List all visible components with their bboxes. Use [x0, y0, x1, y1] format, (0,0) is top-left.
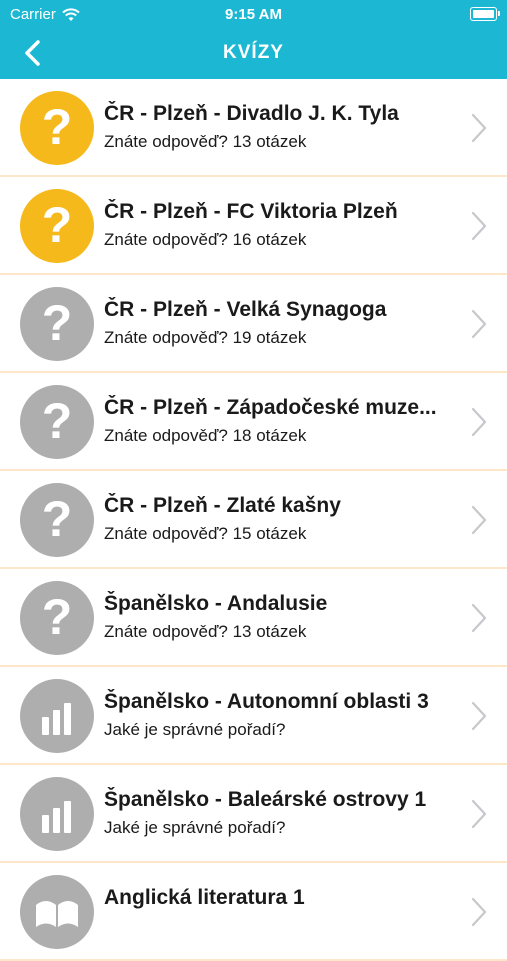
- chevron-right-icon: [471, 799, 487, 829]
- quiz-title: Španělsko - Baleárské ostrovy 1: [104, 788, 427, 811]
- chevron-right-icon: [471, 309, 487, 339]
- quiz-list-item[interactable]: ? ČR - Plzeň - Velká Synagoga Znáte odpově…: [0, 275, 507, 373]
- svg-text:?: ?: [42, 99, 73, 155]
- chevron-right-icon: [471, 897, 487, 927]
- question-icon: ?: [20, 581, 94, 655]
- quiz-list-item[interactable]: Španělsko - Baleárské ostrovy 1 Jaké je s…: [0, 765, 507, 863]
- quiz-title: Španělsko - Andalusie: [104, 592, 328, 615]
- quiz-text: ČR - Plzeň - Velká Synagoga Znáte odpověď…: [104, 297, 455, 348]
- svg-text:?: ?: [42, 589, 73, 645]
- chevron-right-icon: [471, 407, 487, 437]
- svg-text:?: ?: [42, 491, 73, 547]
- quiz-subtitle: Znáte odpověď? 19 otázek: [104, 328, 307, 347]
- status-bar: Carrier 9:15 AM: [0, 0, 507, 28]
- quiz-subtitle: Znáte odpověď? 16 otázek: [104, 230, 307, 249]
- question-icon: ?: [20, 189, 94, 263]
- quiz-text: Španělsko - Andalusie Znáte odpověď? 13 o…: [104, 591, 455, 642]
- quiz-subtitle: Znáte odpověď? 13 otázek: [104, 132, 307, 151]
- quiz-title: ČR - Plzeň - Zlaté kašny: [104, 494, 341, 517]
- quiz-text: Španělsko - Autonomní oblasti 3 Jaké je s…: [104, 689, 455, 740]
- book-icon: [20, 875, 94, 949]
- quiz-subtitle: Znáte odpověď? 15 otázek: [104, 524, 307, 543]
- quiz-list-item[interactable]: ? ČR - Plzeň - FC Viktoria Plzeň Znáte odp…: [0, 177, 507, 275]
- quiz-title: ČR - Plzeň - FC Viktoria Plzeň: [104, 200, 398, 223]
- header: Carrier 9:15 AM KVÍZY: [0, 0, 507, 79]
- question-icon: ?: [20, 385, 94, 459]
- question-icon: ?: [20, 287, 94, 361]
- chevron-right-icon: [471, 701, 487, 731]
- quiz-list-item[interactable]: ? ČR - Plzeň - Divadlo J. K. Tyla Znáte od…: [0, 79, 507, 177]
- quiz-text: Anglická literatura 1: [104, 885, 455, 915]
- quiz-title: ČR - Plzeň - Velká Synagoga: [104, 298, 387, 321]
- quiz-list-item[interactable]: Anglická literatura 1: [0, 863, 507, 961]
- quiz-text: Španělsko - Baleárské ostrovy 1 Jaké je s…: [104, 787, 455, 838]
- page-title: KVÍZY: [223, 42, 284, 63]
- bar-chart-icon: [20, 777, 94, 851]
- quiz-title: Anglická literatura 1: [104, 886, 305, 909]
- quiz-title: ČR - Plzeň - Divadlo J. K. Tyla: [104, 102, 399, 125]
- quiz-text: ČR - Plzeň - Divadlo J. K. Tyla Znáte odp…: [104, 101, 455, 152]
- quiz-title: ČR - Plzeň - Západočeské muze...: [104, 396, 437, 419]
- quiz-list-item[interactable]: ? ČR - Plzeň - Zlaté kašny Znáte odpověď? …: [0, 471, 507, 569]
- quiz-list-item[interactable]: ? ČR - Plzeň - Západočeské muze... Znáte o…: [0, 373, 507, 471]
- quiz-title: Španělsko - Autonomní oblasti 3: [104, 690, 429, 713]
- chevron-right-icon: [471, 603, 487, 633]
- chevron-right-icon: [471, 505, 487, 535]
- svg-text:?: ?: [42, 197, 73, 253]
- chevron-right-icon: [471, 113, 487, 143]
- quiz-list: ? ČR - Plzeň - Divadlo J. K. Tyla Znáte od…: [0, 79, 507, 961]
- navigation-bar: KVÍZY: [0, 28, 507, 79]
- question-icon: ?: [20, 483, 94, 557]
- bar-chart-icon: [20, 679, 94, 753]
- quiz-subtitle: Znáte odpověď? 13 otázek: [104, 622, 307, 641]
- quiz-text: ČR - Plzeň - Zlaté kašny Znáte odpověď? 1…: [104, 493, 455, 544]
- quiz-text: ČR - Plzeň - Západočeské muze... Znáte od…: [104, 395, 455, 446]
- chevron-right-icon: [471, 211, 487, 241]
- quiz-list-item[interactable]: ? Španělsko - Andalusie Znáte odpověď? 13 …: [0, 569, 507, 667]
- svg-text:?: ?: [42, 295, 73, 351]
- quiz-subtitle: Znáte odpověď? 18 otázek: [104, 426, 307, 445]
- question-icon: ?: [20, 91, 94, 165]
- quiz-list-item[interactable]: Španělsko - Autonomní oblasti 3 Jaké je s…: [0, 667, 507, 765]
- svg-text:?: ?: [42, 393, 73, 449]
- quiz-text: ČR - Plzeň - FC Viktoria Plzeň Znáte odpo…: [104, 199, 455, 250]
- quiz-subtitle: Jaké je správné pořadí?: [104, 818, 286, 837]
- status-time: 9:15 AM: [225, 6, 282, 23]
- quiz-subtitle: Jaké je správné pořadí?: [104, 720, 286, 739]
- battery-icon: [470, 7, 500, 21]
